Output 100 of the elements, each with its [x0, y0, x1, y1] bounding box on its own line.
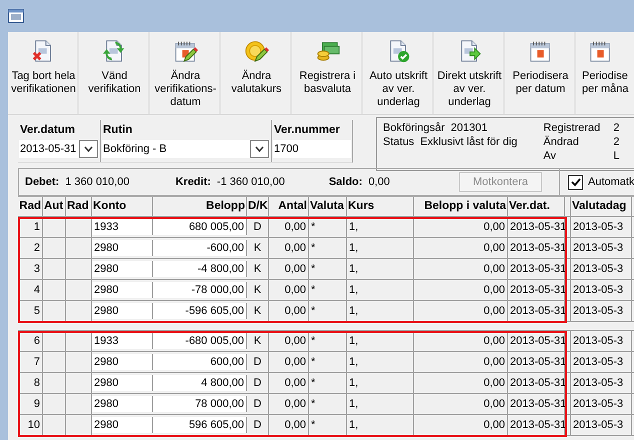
- summary-label: Debet:: [25, 176, 60, 188]
- info-label: Bokföringsår: [383, 122, 446, 135]
- info-value: L: [613, 150, 620, 163]
- table-cell: 2013-05-31: [508, 259, 565, 279]
- table-cell: *: [309, 280, 347, 300]
- field-label: Ver.datum: [19, 123, 76, 138]
- column-header[interactable]: Belopp i valuta: [414, 197, 508, 216]
- table-cell: 596 605,00: [153, 417, 247, 433]
- info-value: 2: [613, 122, 620, 135]
- summary-label: Kredit:: [175, 176, 211, 188]
- table-cell: 2013-05-3: [571, 331, 632, 351]
- table-cell: 2013-05-3: [571, 217, 632, 237]
- table-cell: -600,00: [153, 240, 247, 256]
- table-cell: 2013-05-31: [508, 352, 565, 372]
- table-cell: 680 005,00: [153, 219, 247, 235]
- table-cell: -4 800,00: [153, 261, 247, 277]
- toolbar-button[interactable]: Direkt utskrift av ver. underlag: [436, 32, 505, 114]
- field-label: Ver.nummer: [273, 123, 341, 138]
- table-cell: 1,: [347, 301, 414, 321]
- column-header[interactable]: Rad: [18, 197, 43, 216]
- table-cell: 1,: [347, 259, 414, 279]
- table-cell: 2013-05-31: [508, 415, 565, 435]
- column-header[interactable]: Konto: [92, 197, 153, 216]
- table-cell: 1,: [347, 238, 414, 258]
- document-arrows-icon: [102, 38, 128, 64]
- table-cell: -680 005,00: [153, 333, 247, 349]
- table-cell: 1,: [347, 280, 414, 300]
- table-cell: 2013-05-3: [571, 301, 632, 321]
- table-cell: 1,: [347, 352, 414, 372]
- table-cell: 2013-05-31: [508, 394, 565, 414]
- table-cell: 1,: [347, 373, 414, 393]
- table-cell: 1,: [347, 331, 414, 351]
- table-cell: 2980: [92, 282, 153, 298]
- info-label: Status: [383, 136, 416, 149]
- table-cell: *: [309, 259, 347, 279]
- table-cell: 2980: [92, 375, 153, 391]
- column-header[interactable]: Kurs: [347, 197, 414, 216]
- toolbar-button[interactable]: Tag bort hela verifikationen: [10, 32, 79, 114]
- input-field[interactable]: 1700: [273, 140, 351, 158]
- table-cell: *: [309, 238, 347, 258]
- table-cell: 2013-05-31: [508, 373, 565, 393]
- table-cell: *: [309, 217, 347, 237]
- summary-value: -1 360 010,00: [216, 176, 285, 188]
- table-cell: 1933: [92, 333, 153, 349]
- table-cell: 2013-05-31: [508, 280, 565, 300]
- table-cell: 2013-05-3: [571, 238, 632, 258]
- table-cell: *: [309, 301, 347, 321]
- table-cell: *: [309, 331, 347, 351]
- table-cell: 1,: [347, 217, 414, 237]
- table-cell: 600,00: [153, 354, 247, 370]
- table-cell: 1,: [347, 415, 414, 435]
- table-cell: 1933: [92, 219, 153, 235]
- table-cell: 2013-05-3: [571, 280, 632, 300]
- table-cell: 2980: [92, 303, 153, 319]
- dropdown-caret-icon[interactable]: [255, 146, 264, 152]
- table-cell: *: [309, 394, 347, 414]
- summary-value: 1 360 010,00: [65, 176, 130, 188]
- column-header[interactable]: Valutadag: [571, 197, 632, 216]
- table-cell: 2980: [92, 261, 153, 277]
- checkmark-icon: [570, 178, 580, 186]
- input-field[interactable]: Bokföring - B: [102, 140, 270, 158]
- table-cell: 2013-05-31: [508, 301, 565, 321]
- table-cell: 4 800,00: [153, 375, 247, 391]
- table-cell: 78 000,00: [153, 396, 247, 412]
- summary-label: Saldo:: [328, 176, 362, 188]
- window-menu-icon[interactable]: [8, 9, 24, 23]
- column-header[interactable]: Rad: [66, 197, 92, 216]
- info-label: Registrerad: [543, 122, 602, 135]
- table-cell: *: [309, 415, 347, 435]
- table-cell: 2980: [92, 240, 153, 256]
- table-cell: 2013-05-3: [571, 259, 632, 279]
- table-cell: 2980: [92, 396, 153, 412]
- column-header[interactable]: Antal: [269, 197, 309, 216]
- table-cell: 2013-05-3: [571, 415, 632, 435]
- column-header[interactable]: Belopp: [153, 197, 247, 216]
- table-cell: 2013-05-3: [571, 352, 632, 372]
- info-label: Ändrad: [543, 136, 580, 149]
- field-label: Rutin: [102, 123, 134, 138]
- info-value: Exklusivt låst för dig: [420, 136, 518, 149]
- table-cell: *: [309, 352, 347, 372]
- info-label: Av: [543, 150, 558, 163]
- table-cell: 2013-05-3: [571, 394, 632, 414]
- table-cell: *: [309, 373, 347, 393]
- summary-value: 0,00: [368, 176, 390, 188]
- table-cell: -596 605,00: [153, 303, 247, 319]
- column-header[interactable]: Valuta: [309, 197, 347, 216]
- table-cell: 2013-05-31: [508, 238, 565, 258]
- table-cell: -78 000,00: [153, 282, 247, 298]
- column-header[interactable]: D/K: [247, 197, 269, 216]
- dropdown-caret-icon[interactable]: [84, 146, 93, 152]
- table-cell: 2013-05-31: [508, 331, 565, 351]
- checkbox[interactable]: [568, 174, 583, 190]
- column-header[interactable]: Aut: [43, 197, 66, 216]
- input-field[interactable]: 2013-05-31: [19, 140, 99, 158]
- table-cell: 2980: [92, 417, 153, 433]
- info-value: 2: [613, 136, 620, 149]
- table-cell: 1,: [347, 394, 414, 414]
- table-cell: 2013-05-3: [571, 373, 632, 393]
- info-value: 201301: [450, 122, 488, 135]
- toolbar-button[interactable]: Ändra verifikations-datum: [152, 32, 221, 114]
